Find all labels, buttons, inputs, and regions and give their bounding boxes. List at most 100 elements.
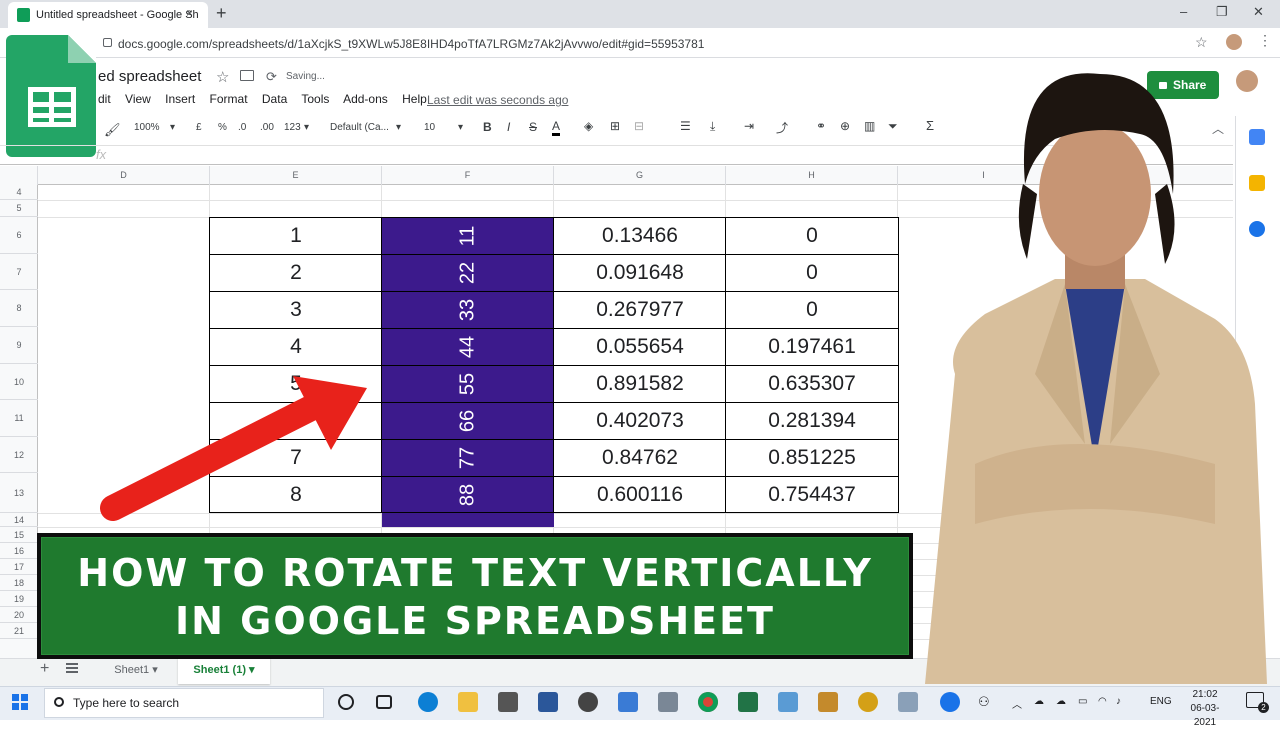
wifi-icon[interactable]: ◠	[1098, 696, 1107, 707]
document-title[interactable]: ed spreadsheet	[98, 68, 201, 85]
table-cell[interactable]: 0.891582	[553, 365, 727, 403]
bold-icon[interactable]: B	[483, 120, 492, 134]
rotated-cell[interactable]: 11	[381, 217, 555, 255]
row-header[interactable]: 19	[0, 591, 38, 607]
column-header-e[interactable]: E	[210, 166, 382, 185]
filter-icon[interactable]: ⏷	[888, 119, 898, 134]
all-sheets-icon[interactable]	[66, 663, 78, 673]
chevron-down-icon[interactable]: ▾	[458, 122, 463, 133]
vertical-align-icon[interactable]: ⤓	[710, 119, 715, 134]
table-cell[interactable]: 1	[209, 217, 383, 255]
windows-start-icon[interactable]	[12, 694, 28, 710]
cloud-icon[interactable]: ☁	[1034, 696, 1044, 707]
chevron-down-icon[interactable]: ▾	[396, 122, 401, 133]
borders-icon[interactable]: ⊞	[610, 119, 620, 133]
text-wrapping-icon[interactable]: ⇥	[744, 119, 754, 133]
chrome-icon[interactable]	[698, 692, 718, 712]
volume-icon[interactable]: ♪	[1116, 696, 1121, 707]
edge-icon[interactable]	[418, 692, 438, 712]
taskbar-search-input[interactable]: Type here to search	[44, 688, 324, 718]
menu-format[interactable]: Format	[210, 92, 248, 106]
table-cell[interactable]: 0.091648	[553, 254, 727, 292]
table-cell[interactable]: 0	[725, 217, 899, 255]
table-cell[interactable]: 2	[209, 254, 383, 292]
rotated-cell[interactable]: 88	[381, 476, 555, 513]
merge-cells-icon[interactable]: ⊟	[634, 119, 644, 133]
word-icon[interactable]	[538, 692, 558, 712]
chevron-down-icon[interactable]: ▾	[170, 122, 175, 133]
insert-comment-icon[interactable]: ⊕	[840, 119, 850, 133]
decrease-decimal-button[interactable]: .0	[238, 122, 246, 133]
browser-tab[interactable]: Untitled spreadsheet - Google Sh	[8, 2, 208, 28]
insert-link-icon[interactable]: ⚭	[816, 119, 826, 133]
menu-edit[interactable]: dit	[98, 92, 111, 106]
fill-color-icon[interactable]: ◈	[584, 119, 593, 133]
table-cell[interactable]: 0	[725, 254, 899, 292]
cortana-icon[interactable]	[338, 694, 354, 710]
row-header[interactable]: 13	[0, 473, 38, 513]
table-cell[interactable]: 0.13466	[553, 217, 727, 255]
row-header[interactable]: 7	[0, 254, 38, 290]
app-icon[interactable]	[818, 692, 838, 712]
chevron-down-icon[interactable]: ▾	[304, 122, 309, 133]
network-icon[interactable]: ▭	[1078, 696, 1087, 707]
menu-view[interactable]: View	[125, 92, 151, 106]
text-rotation-icon[interactable]: ⤴	[776, 119, 788, 136]
task-view-icon[interactable]	[376, 695, 392, 709]
select-all-corner[interactable]	[0, 166, 38, 185]
file-explorer-icon[interactable]	[458, 692, 478, 712]
increase-decimal-button[interactable]: .00	[260, 122, 274, 133]
camera-icon[interactable]	[498, 692, 518, 712]
row-header[interactable]: 6	[0, 217, 38, 254]
row-header[interactable]: 10	[0, 364, 38, 400]
chevron-up-icon[interactable]: ︿	[1012, 696, 1022, 711]
obs-icon[interactable]	[578, 692, 598, 712]
sheet-tab-sheet1-copy[interactable]: Sheet1 (1) ▾	[178, 658, 270, 684]
column-header-g[interactable]: G	[554, 166, 726, 185]
menu-data[interactable]: Data	[262, 92, 287, 106]
app-icon[interactable]	[858, 692, 878, 712]
star-icon[interactable]: ☆	[216, 68, 229, 86]
column-header-d[interactable]: D	[38, 166, 210, 185]
paint-format-icon[interactable]: 🖌	[104, 122, 121, 138]
row-header[interactable]: 18	[0, 575, 38, 591]
row-header[interactable]: 11	[0, 400, 38, 437]
row-header[interactable]: 14	[0, 513, 38, 527]
new-tab-button[interactable]: +	[216, 3, 227, 24]
insert-chart-icon[interactable]: ▥	[864, 119, 875, 133]
table-cell[interactable]: 0.600116	[553, 476, 727, 513]
last-edit-link[interactable]: Last edit was seconds ago	[427, 93, 568, 107]
menu-addons[interactable]: Add-ons	[343, 92, 388, 106]
table-cell[interactable]: 0.635307	[725, 365, 899, 403]
row-header[interactable]: 8	[0, 290, 38, 327]
rotated-cell[interactable]: 55	[381, 365, 555, 403]
close-window-button[interactable]: ✕	[1253, 4, 1264, 20]
row-header[interactable]: 12	[0, 437, 38, 473]
table-cell[interactable]: 0.851225	[725, 439, 899, 477]
table-cell[interactable]: 4	[209, 328, 383, 366]
maximize-button[interactable]: ❐	[1216, 4, 1228, 20]
table-cell[interactable]: 0.402073	[553, 402, 727, 440]
excel-icon[interactable]	[738, 692, 758, 712]
row-header[interactable]: 5	[0, 200, 38, 217]
app-icon[interactable]	[658, 692, 678, 712]
table-cell[interactable]: 0.055654	[553, 328, 727, 366]
table-cell[interactable]: 0.754437	[725, 476, 899, 513]
row-header[interactable]: 21	[0, 623, 38, 639]
table-cell[interactable]: 3	[209, 291, 383, 329]
rotated-cell[interactable]: 77	[381, 439, 555, 477]
row-header[interactable]: 9	[0, 327, 38, 364]
clock[interactable]: 21:02 06-03-2021	[1180, 688, 1230, 730]
menu-tools[interactable]: Tools	[301, 92, 329, 106]
table-cell[interactable]: 0.281394	[725, 402, 899, 440]
row-header[interactable]: 17	[0, 559, 38, 575]
horizontal-align-icon[interactable]: ☰	[680, 119, 691, 133]
percent-button[interactable]: %	[218, 122, 227, 133]
rotated-cell[interactable]: 33	[381, 291, 555, 329]
font-select[interactable]: Default (Ca...	[330, 122, 389, 133]
close-tab-icon[interactable]: ×	[186, 6, 193, 20]
add-sheet-button[interactable]: +	[40, 660, 49, 678]
table-cell[interactable]: 0.197461	[725, 328, 899, 366]
menu-help[interactable]: Help	[402, 92, 427, 106]
app-icon[interactable]	[618, 692, 638, 712]
